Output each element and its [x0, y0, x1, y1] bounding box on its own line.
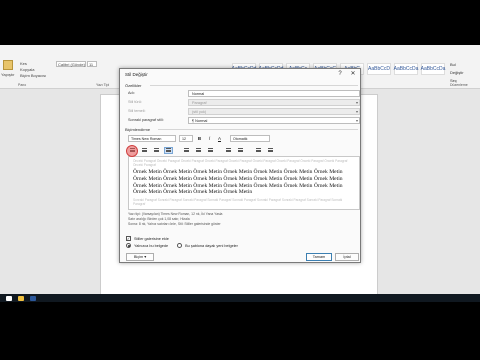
file-explorer-icon[interactable] — [18, 295, 24, 301]
this-document-label: Yalnızca bu belgede — [134, 243, 169, 248]
font-color-select[interactable]: Otomatik — [230, 134, 270, 142]
line-spacing-icon — [196, 148, 201, 152]
next-style-label: Sonraki paragraf stili: — [128, 118, 164, 122]
preview-sample-line: Örnek Metin Örnek Metin Örnek Metin Örne… — [133, 169, 343, 176]
style-type-select[interactable]: Paragraf ▾ — [188, 99, 360, 106]
preview-previous-paragraph: Önceki Paragraf Önceki Paragraf Önceki P… — [133, 159, 348, 168]
style-preview: Önceki Paragraf Önceki Paragraf Önceki P… — [128, 156, 360, 210]
word-app-icon[interactable] — [30, 295, 36, 301]
style-type-label: Stil türü: — [128, 100, 142, 104]
this-document-radio[interactable] — [126, 243, 131, 248]
font-name-value: Times New Roman — [131, 136, 162, 141]
justify-button[interactable] — [164, 146, 173, 154]
divider — [150, 85, 358, 86]
space-before-button[interactable] — [224, 147, 233, 154]
cut-button[interactable]: Kes — [20, 61, 27, 66]
next-style-select[interactable]: ¶ Normal ▾ — [188, 117, 360, 124]
name-label: Adı: — [128, 91, 135, 95]
add-to-gallery-label: Stiller galerisine ekle — [134, 236, 169, 241]
double-spacing-button[interactable] — [206, 147, 215, 154]
template-radio[interactable] — [177, 243, 183, 248]
help-icon[interactable]: ? — [334, 70, 346, 79]
dialog-title: Stil Değiştir — [125, 72, 148, 77]
dialog-titlebar: Stil Değiştir ? ✕ — [120, 69, 360, 80]
style-based-on-label: Stil temeli: — [128, 109, 146, 113]
scope-options: Yalnızca bu belgede Bu şablona dayalı ye… — [126, 243, 238, 248]
line-spacing-icon — [184, 148, 189, 152]
modify-style-dialog: Stil Değiştir ? ✕ Özellikler Adı: Normal… — [119, 68, 361, 263]
increase-indent-button[interactable] — [266, 147, 275, 154]
format-painter-button[interactable]: Biçim Boyacısı — [20, 73, 46, 78]
font-size-box[interactable]: 11 — [87, 61, 97, 67]
add-to-gallery-checkbox[interactable]: ✓ — [126, 236, 131, 241]
font-size-select[interactable]: 12 — [179, 134, 193, 142]
style-based-on-select[interactable]: (stil yok) ▾ — [188, 108, 360, 115]
one-half-spacing-button[interactable] — [194, 147, 203, 154]
bold-button[interactable]: B — [196, 135, 203, 142]
indent-icon — [268, 148, 273, 152]
paragraph-spacing-icon — [238, 148, 243, 152]
style-tile[interactable]: AaBbCcDa — [394, 63, 418, 75]
formatting-header: Biçimlendirme — [125, 127, 151, 132]
preview-sample-text: Örnek Metin Örnek Metin Örnek Metin Örne… — [133, 169, 355, 195]
italic-button[interactable]: İ — [206, 135, 213, 142]
cancel-button[interactable]: İptal — [335, 253, 359, 261]
align-center-button[interactable] — [140, 147, 149, 154]
preview-sample-line: Örnek Metin Örnek Metin Örnek Metin Örne… — [133, 189, 253, 196]
format-button[interactable]: Biçim ▾ — [126, 253, 154, 261]
style-tile[interactable]: AaBbCcDa — [421, 63, 445, 75]
editing-group: Bul Değiştir Seç — [450, 61, 464, 85]
indent-icon — [256, 148, 261, 152]
divider — [158, 129, 358, 130]
copy-button[interactable]: Kopyala — [20, 67, 34, 72]
close-icon[interactable]: ✕ — [347, 70, 359, 79]
chevron-down-icon: ▾ — [355, 118, 358, 123]
name-field[interactable]: Normal — [188, 90, 360, 97]
font-group-label: Yazı Tipi — [96, 83, 110, 87]
formatting-toolbar: Times New Roman 12 B İ A Otomatik — [128, 134, 270, 142]
space-after-button[interactable] — [236, 147, 245, 154]
paste-icon[interactable] — [3, 60, 13, 70]
justify-icon — [166, 148, 171, 152]
windows-start-icon[interactable] — [6, 295, 12, 301]
editing-group-label: Düzenleme — [450, 83, 468, 87]
font-name-box[interactable]: Calibri (Gövde) — [56, 61, 86, 67]
next-style-value: ¶ Normal — [192, 119, 208, 123]
font-name-select[interactable]: Times New Roman — [128, 134, 176, 142]
add-to-gallery-option[interactable]: ✓ Stiller galerisine ekle — [126, 236, 169, 241]
align-center-icon — [142, 148, 147, 152]
chevron-down-icon: ▾ — [355, 109, 358, 114]
style-type-value: Paragraf — [192, 101, 207, 105]
paste-button[interactable]: Yapıştır — [1, 72, 15, 77]
paragraph-toolbar — [128, 146, 275, 154]
underline-button[interactable]: A — [216, 135, 223, 142]
font-color-value: Otomatik — [233, 136, 248, 141]
preview-next-paragraph: Sonraki Paragraf Sonraki Paragraf Sonrak… — [133, 197, 343, 206]
style-based-on-value: (stil yok) — [192, 110, 207, 114]
align-right-icon — [154, 148, 159, 152]
decrease-indent-button[interactable] — [254, 147, 263, 154]
clipboard-group-label: Pano — [18, 83, 27, 87]
template-label: Bu şablona dayalı yeni belgeler — [185, 243, 238, 248]
font-size-value: 12 — [182, 136, 186, 141]
style-description: Yazı tipi: (Varsayılan) Times New Roman,… — [128, 212, 360, 227]
find-button[interactable]: Bul — [450, 61, 464, 69]
align-right-button[interactable] — [152, 147, 161, 154]
taskbar — [0, 294, 480, 302]
preview-sample-line: Örnek Metin Örnek Metin Örnek Metin Örne… — [133, 176, 343, 182]
properties-header: Özellikler — [125, 83, 142, 88]
description-line: Sonra: 8 nk, Yalnız satırları önle, Stil… — [128, 222, 221, 226]
chevron-down-icon: ▾ — [355, 100, 358, 105]
ok-button[interactable]: Tamam — [306, 253, 332, 261]
mouse-cursor-highlight — [126, 145, 138, 157]
single-spacing-button[interactable] — [182, 147, 191, 154]
paragraph-spacing-icon — [226, 148, 231, 152]
replace-button[interactable]: Değiştir — [450, 69, 464, 77]
line-spacing-icon — [208, 148, 213, 152]
style-tile[interactable]: AaBbCcD — [367, 63, 391, 75]
